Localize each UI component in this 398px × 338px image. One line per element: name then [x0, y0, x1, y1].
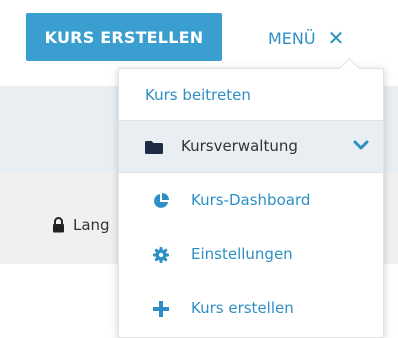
settings-item[interactable]: Einstellungen	[119, 229, 383, 281]
folder-icon	[145, 141, 163, 154]
join-course-item[interactable]: Kurs beitreten	[119, 69, 383, 121]
language-selector[interactable]: Lang	[52, 216, 110, 234]
close-icon[interactable]: ✕	[328, 28, 345, 48]
course-dashboard-label: Kurs-Dashboard	[191, 191, 311, 209]
course-dashboard-item[interactable]: Kurs-Dashboard	[119, 175, 383, 227]
pie-chart-icon	[154, 193, 169, 208]
join-course-label: Kurs beitreten	[145, 85, 251, 104]
chevron-down-icon[interactable]	[353, 139, 369, 151]
gear-icon	[153, 247, 169, 263]
create-course-item[interactable]: Kurs erstellen	[119, 283, 383, 335]
create-course-button[interactable]: KURS ERSTELLEN	[26, 13, 222, 61]
course-management-label: Kursverwaltung	[181, 137, 298, 155]
menu-toggle[interactable]: MENÜ ✕	[268, 26, 344, 50]
menu-dropdown: Kurs beitreten Kursverwaltung Kurs-Dashb…	[118, 68, 384, 338]
plus-icon	[153, 301, 169, 317]
language-label: Lang	[73, 216, 110, 234]
course-management-item[interactable]: Kursverwaltung	[119, 121, 383, 173]
create-course-label: Kurs erstellen	[191, 299, 294, 317]
menu-label: MENÜ	[268, 28, 316, 48]
lock-icon	[53, 217, 64, 233]
settings-label: Einstellungen	[191, 245, 293, 263]
